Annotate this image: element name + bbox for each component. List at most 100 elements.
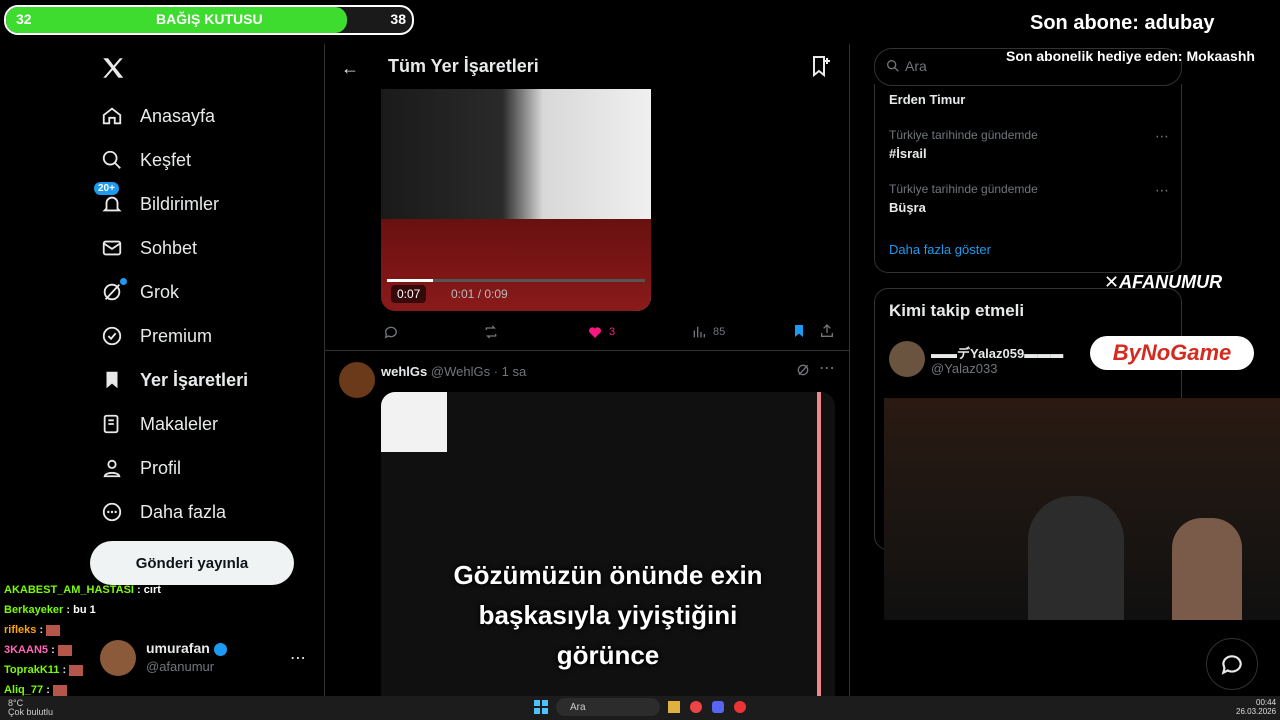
sidebar-item-chat[interactable]: Sohbet: [100, 230, 197, 266]
search-icon: [100, 148, 124, 172]
sidebar-item-label: Sohbet: [140, 237, 198, 258]
avatar[interactable]: [100, 640, 136, 676]
sidebar-item-label: Bildirimler: [140, 193, 220, 214]
bookmark-icon: [100, 368, 124, 392]
chat-message: Berkayeker : bu 1: [4, 604, 96, 616]
sidebar-item-label: Premium: [140, 325, 213, 346]
clock[interactable]: 00:44 26.03.2026: [1236, 698, 1276, 716]
video-caption-line: görünce: [556, 640, 660, 670]
grok-analyze-icon[interactable]: [795, 362, 811, 383]
sidebar-item-label: Anasayfa: [140, 105, 216, 126]
verified-icon: [100, 324, 124, 348]
mail-icon: [100, 236, 124, 260]
video-progress: [387, 279, 434, 282]
page-title: Tüm Yer İşaretleri: [388, 56, 539, 76]
more-options-icon[interactable]: ⋯: [819, 358, 835, 378]
author-name: wehlGs: [381, 364, 428, 379]
app-icon[interactable]: [734, 701, 746, 713]
bell-icon: 20+: [94, 182, 124, 216]
chat-message: Aliq_77 :: [4, 684, 67, 696]
avatar[interactable]: [339, 362, 375, 398]
chat-message: rifleks :: [4, 624, 61, 636]
notification-badge: 20+: [94, 182, 119, 195]
x-logo-icon[interactable]: [100, 55, 126, 81]
trend-item[interactable]: Türkiye tarihinde gündemde #İsrail ⋯: [889, 128, 1169, 164]
donation-title: BAĞIŞ KUTUSU: [156, 11, 263, 27]
donation-progress-bar: 32 BAĞIŞ KUTUSU 38: [4, 5, 414, 35]
account-name[interactable]: umurafan: [146, 640, 227, 656]
tweet-author[interactable]: wehlGs @WehlGs · 1 sa: [381, 364, 526, 379]
video-caption-line: başkasıyla yiyiştiğini: [478, 600, 738, 630]
start-icon[interactable]: [534, 700, 548, 714]
trend-item[interactable]: Erden Timur: [889, 92, 1169, 107]
views-button[interactable]: 85: [691, 324, 725, 340]
sidebar-item-explore[interactable]: Keşfet: [100, 142, 191, 178]
sidebar-item-articles[interactable]: Makaleler: [100, 406, 218, 442]
share-icon[interactable]: [819, 323, 835, 339]
add-bookmark-folder-icon[interactable]: [809, 54, 833, 83]
account-menu-icon[interactable]: ⋯: [290, 648, 306, 668]
weather-widget[interactable]: 8°C Çok bulutlu: [8, 699, 53, 717]
suggested-user-handle: @Yalaz033: [931, 361, 998, 376]
like-count: 3: [609, 326, 616, 338]
grok-icon: [100, 278, 127, 304]
panel-title: Kimi takip etmeli: [889, 301, 1025, 320]
sidebar-item-label: Daha fazla: [140, 501, 227, 522]
account-handle: @afanumur: [146, 659, 215, 674]
sidebar-item-label: Grok: [140, 281, 180, 302]
back-arrow-icon[interactable]: ←: [341, 58, 359, 79]
verified-badge-icon: [213, 642, 227, 656]
person-icon: [100, 456, 124, 480]
tweet-video[interactable]: Gözümüzün önünde exin başkasıyla yiyişti…: [381, 392, 835, 696]
suggested-user-name[interactable]: ▬▬デYalaz059▬▬▬: [931, 343, 1063, 362]
guest-figure: [1172, 518, 1242, 620]
tweet-time: · 1 sa: [493, 364, 527, 379]
sidebar-item-more[interactable]: Daha fazla: [100, 494, 226, 530]
search-icon: [885, 58, 901, 79]
retweet-icon[interactable]: [483, 324, 499, 340]
more-options-icon: ⋯: [1155, 128, 1169, 144]
avatar[interactable]: [889, 341, 925, 377]
sidebar-item-grok[interactable]: Grok: [100, 274, 179, 310]
view-count: 85: [713, 326, 726, 338]
last-sub-text: Son abone: adubay: [1030, 12, 1215, 34]
video-caption-line: Gözümüzün önünde exin: [453, 560, 763, 590]
team-logo-icon: [381, 392, 447, 452]
discord-icon[interactable]: [712, 701, 724, 713]
emote-icon: [52, 684, 67, 696]
search-placeholder: Ara: [905, 58, 927, 74]
sidebar-item-premium[interactable]: Premium: [100, 318, 212, 354]
chrome-icon[interactable]: [690, 701, 702, 713]
sidebar-item-bookmarks[interactable]: Yer İşaretleri: [100, 362, 248, 398]
bookmark-active-icon[interactable]: [791, 323, 807, 339]
trend-item[interactable]: Türkiye tarihinde gündemde Büşra ⋯: [889, 182, 1169, 218]
chat-message: 3KAAN5 :: [4, 644, 72, 656]
views-icon: [693, 326, 705, 338]
article-icon: [100, 412, 124, 436]
sidebar-item-home[interactable]: Anasayfa: [100, 98, 215, 134]
sidebar-item-label: Profil: [140, 457, 182, 478]
bookmarks-timeline: ← Tüm Yer İşaretleri 0:07 0:01 / 0:09 3 …: [324, 44, 850, 720]
more-options-icon: ⋯: [1155, 182, 1169, 198]
home-icon: [100, 104, 124, 128]
messages-fab[interactable]: [1206, 638, 1258, 690]
video-time-total: 0:01 / 0:09: [451, 287, 508, 301]
post-button[interactable]: Gönderi yayınla: [90, 541, 294, 585]
file-explorer-icon[interactable]: [668, 701, 680, 713]
reply-icon[interactable]: [383, 324, 399, 340]
show-more-link[interactable]: Daha fazla göster: [889, 242, 991, 257]
author-handle: @WehlGs: [430, 364, 491, 379]
emote-icon: [46, 624, 61, 636]
sidebar-item-notifications[interactable]: 20+ Bildirimler: [94, 182, 220, 222]
sidebar-item-profile[interactable]: Profil: [100, 450, 181, 486]
emote-icon: [69, 664, 84, 676]
chat-message: AKABEST_AM_HASTASI : cırt: [4, 584, 161, 596]
webcam-feed: [884, 398, 1280, 620]
tweet-video[interactable]: 0:07 0:01 / 0:09: [381, 89, 651, 311]
like-button[interactable]: 3: [587, 324, 615, 340]
gift-sub-text: Son abonelik hediye eden: Mokaashh: [1006, 48, 1255, 64]
taskbar-search[interactable]: Ara: [556, 698, 660, 716]
donation-right-value: 38: [390, 11, 406, 27]
divider: [325, 350, 849, 351]
more-icon: [100, 500, 124, 524]
